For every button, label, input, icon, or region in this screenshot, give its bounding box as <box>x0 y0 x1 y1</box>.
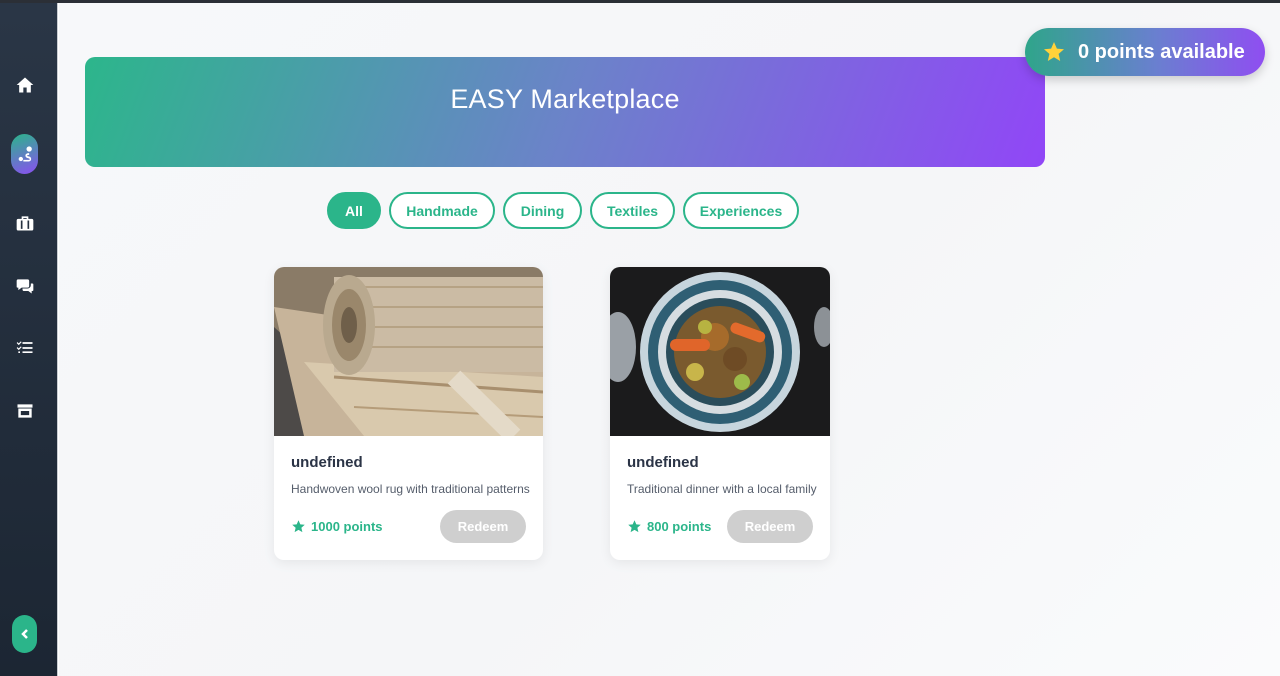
product-points: 1000 points <box>291 519 383 534</box>
filter-chip-handmade[interactable]: Handmade <box>389 192 495 229</box>
star-icon <box>1044 42 1064 61</box>
redeem-button[interactable]: Redeem <box>727 510 813 543</box>
store-icon <box>17 404 32 418</box>
sidebar-item-briefcase[interactable] <box>11 203 38 243</box>
collapse-sidebar-button[interactable] <box>12 615 37 653</box>
product-card: undefined Traditional dinner with a loca… <box>610 267 830 560</box>
sidebar-item-home[interactable] <box>11 65 38 105</box>
sidebar-item-chat[interactable] <box>11 266 38 306</box>
chevron-left-icon <box>20 629 28 639</box>
product-description: Handwoven wool rug with traditional patt… <box>291 482 530 496</box>
filter-chip-experiences[interactable]: Experiences <box>683 192 799 229</box>
redeem-button[interactable]: Redeem <box>440 510 526 543</box>
product-title: undefined <box>291 454 363 471</box>
marketplace-banner: EASY Marketplace <box>85 57 1045 167</box>
product-title: undefined <box>627 454 699 471</box>
category-filters: All Handmade Dining Textiles Experiences <box>327 192 799 229</box>
chat-icon <box>16 279 33 294</box>
sidebar <box>0 3 58 676</box>
briefcase-icon <box>16 216 33 231</box>
points-badge: 0 points available <box>1025 28 1265 76</box>
filter-chip-all[interactable]: All <box>327 192 381 229</box>
product-points-label: 1000 points <box>311 519 383 534</box>
sidebar-item-store[interactable] <box>11 391 38 431</box>
points-badge-text: 0 points available <box>1078 40 1245 63</box>
task-list-icon <box>16 341 32 353</box>
product-description: Traditional dinner with a local family <box>627 482 817 496</box>
page-title: EASY Marketplace <box>450 84 680 114</box>
route-icon <box>18 146 32 162</box>
product-card: undefined Handwoven wool rug with tradit… <box>274 267 543 560</box>
home-icon <box>16 77 33 93</box>
product-points: 800 points <box>627 519 711 534</box>
main-content: EASY Marketplace 0 points available All … <box>59 3 1280 676</box>
star-icon <box>628 520 641 533</box>
sidebar-item-tasks[interactable] <box>11 328 38 368</box>
product-points-label: 800 points <box>647 519 712 534</box>
product-image-tagine <box>610 267 830 436</box>
filter-chip-dining[interactable]: Dining <box>503 192 582 229</box>
product-image-rug <box>274 267 543 436</box>
star-icon <box>292 520 305 533</box>
filter-chip-textiles[interactable]: Textiles <box>590 192 675 229</box>
sidebar-item-route[interactable] <box>11 134 38 174</box>
